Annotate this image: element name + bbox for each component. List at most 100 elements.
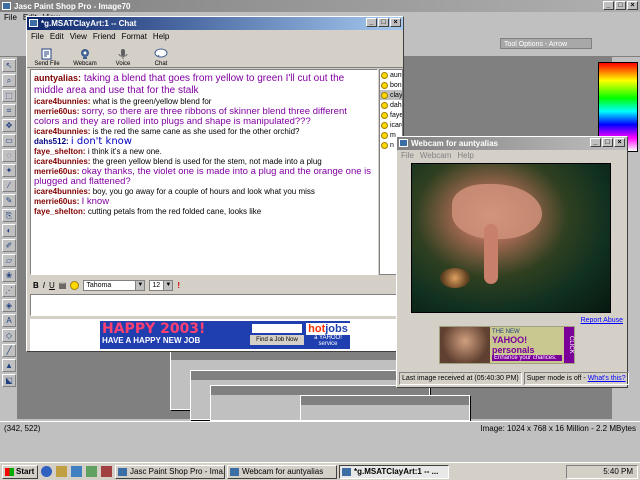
- airbrush-tool-icon[interactable]: ⋰: [2, 284, 16, 297]
- cursor-coords: (342, 522): [4, 424, 41, 433]
- chat-menu-edit[interactable]: Edit: [50, 32, 64, 41]
- user-list-item[interactable]: icare4bunnies: [380, 120, 402, 130]
- user-list-item[interactable]: faye_shelton: [380, 110, 402, 120]
- ad-search-input[interactable]: [252, 324, 302, 333]
- lasso-tool-icon[interactable]: ◌: [2, 149, 16, 162]
- chat-toolbar: Send File Webcam Voice Chat: [27, 42, 403, 68]
- webcam-menu-help[interactable]: Help: [457, 151, 473, 160]
- chat-message: merrie60us: I know: [34, 197, 374, 207]
- wand-tool-icon[interactable]: ✦: [2, 164, 16, 177]
- deform-tool-icon[interactable]: ⬚: [2, 89, 16, 102]
- minimize-button[interactable]: _: [603, 1, 614, 10]
- user-list-item[interactable]: bonsaikathy: [380, 80, 402, 90]
- shape-tool-icon[interactable]: ◇: [2, 329, 16, 342]
- taskbar-button-psp[interactable]: Jasc Paint Shop Pro - Ima...: [115, 464, 225, 479]
- webcam-statusbar: Last image received at (05:40:30 PM) Sup…: [399, 372, 629, 385]
- psp-tool-palette: ↖ ⌕ ⬚ ⌗ ✥ ▭ ◌ ✦ ⁄ ✎ ⎘ ◐ ✐ ▱ ❀ ⋰ ◈ A ◇ ╱ …: [0, 57, 18, 419]
- desktop-icon[interactable]: [71, 466, 82, 477]
- zoom-tool-icon[interactable]: ⌕: [2, 74, 16, 87]
- chat-menu-friend[interactable]: Friend: [93, 32, 116, 41]
- bold-button[interactable]: B: [33, 281, 39, 290]
- webcam-button[interactable]: Webcam: [71, 48, 99, 67]
- user-list-item-selected[interactable]: claychik: [380, 90, 402, 100]
- ignore-alert-icon[interactable]: !: [177, 281, 180, 290]
- start-button[interactable]: Start: [2, 464, 38, 479]
- psp-titlebar[interactable]: Jasc Paint Shop Pro - Image70 _ □ ×: [0, 0, 640, 12]
- outlook-icon[interactable]: [56, 466, 67, 477]
- voice-button[interactable]: Voice: [109, 48, 137, 67]
- psp-statusbar: (342, 522) Image: 1024 x 768 x 16 Millio…: [0, 421, 640, 435]
- taskbar-button-webcam[interactable]: Webcam for auntyalias: [227, 464, 337, 479]
- object-selector-icon[interactable]: ⬕: [2, 374, 16, 387]
- maximize-button[interactable]: □: [615, 1, 626, 10]
- webcam-titlebar[interactable]: Webcam for auntyalias _ □ ×: [397, 137, 627, 150]
- webcam-menu-file[interactable]: File: [401, 151, 414, 160]
- message-nick: auntyalias:: [34, 73, 82, 83]
- user-status-icon: [381, 111, 388, 119]
- move-tool-icon[interactable]: ✥: [2, 119, 16, 132]
- whats-this-link[interactable]: What's this?: [588, 375, 626, 382]
- preset-shape-icon[interactable]: ▲: [2, 359, 16, 372]
- font-size-select[interactable]: 12 ▼: [149, 280, 174, 291]
- ie-icon[interactable]: [41, 466, 52, 477]
- chat-maximize-button[interactable]: □: [378, 18, 389, 27]
- chevron-down-icon: ▼: [163, 281, 173, 290]
- hotjobs-ad-banner[interactable]: HAPPY 2003! HAVE A HAPPY NEW JOB Find a …: [100, 321, 350, 349]
- menu-file[interactable]: File: [4, 13, 17, 22]
- text-tool-icon[interactable]: A: [2, 314, 16, 327]
- send-file-button[interactable]: Send File: [33, 48, 61, 67]
- webcam-menubar: File Webcam Help: [397, 150, 627, 161]
- yahoo-personals-ad[interactable]: THE NEW YAHOO! personals Enhance your ch…: [439, 326, 575, 364]
- user-list-item[interactable]: auntyalias: [380, 70, 402, 80]
- picture-tube-icon[interactable]: ❀: [2, 269, 16, 282]
- chat-menu-help[interactable]: Help: [153, 32, 169, 41]
- user-name: faye_shelton: [390, 111, 403, 119]
- close-button[interactable]: ×: [627, 1, 638, 10]
- selection-tool-icon[interactable]: ▭: [2, 134, 16, 147]
- underline-button[interactable]: U: [49, 281, 55, 290]
- emoticon-icon[interactable]: [70, 281, 80, 290]
- psp-title: Jasc Paint Shop Pro - Image70: [14, 1, 131, 11]
- find-job-button[interactable]: Find a Job Now: [250, 335, 304, 345]
- flood-fill-icon[interactable]: ◈: [2, 299, 16, 312]
- quicklaunch-icon[interactable]: [101, 466, 112, 477]
- crop-tool-icon[interactable]: ⌗: [2, 104, 16, 117]
- chat-menu-format[interactable]: Format: [122, 32, 147, 41]
- webcam-minimize-button[interactable]: _: [590, 138, 601, 147]
- paintbrush-tool-icon[interactable]: ✎: [2, 194, 16, 207]
- eraser-tool-icon[interactable]: ▱: [2, 254, 16, 267]
- message-nick: faye_shelton:: [34, 207, 86, 216]
- chat-menu-view[interactable]: View: [70, 32, 87, 41]
- draw-tool-icon[interactable]: ╱: [2, 344, 16, 357]
- tool-options-panel[interactable]: Tool Options - Arrow: [500, 38, 592, 49]
- webcam-close-button[interactable]: ×: [614, 138, 625, 147]
- chat-menu-file[interactable]: File: [31, 32, 44, 41]
- arrow-tool-icon[interactable]: ↖: [2, 59, 16, 72]
- font-select-value: Tahoma: [86, 282, 112, 289]
- chat-titlebar[interactable]: *g.MSATClayArt:1 -- Chat _ □ ×: [27, 17, 403, 30]
- chat-minimize-button[interactable]: _: [366, 18, 377, 27]
- chat-message-input[interactable]: [30, 294, 402, 316]
- media-icon[interactable]: [86, 466, 97, 477]
- user-list-item[interactable]: dahs512: [380, 100, 402, 110]
- clock[interactable]: 5:40 PM: [603, 467, 633, 476]
- webcam-menu-webcam[interactable]: Webcam: [420, 151, 451, 160]
- report-abuse-link[interactable]: Report Abuse: [581, 317, 623, 324]
- italic-button[interactable]: I: [43, 281, 45, 290]
- chat-button[interactable]: Chat: [147, 48, 175, 67]
- psp-task-icon: [118, 467, 127, 476]
- message-text: sorry, so there are three ribbons of ski…: [34, 106, 347, 127]
- webcam-maximize-button[interactable]: □: [602, 138, 613, 147]
- chevron-down-icon: ▼: [135, 281, 145, 290]
- retouch-tool-icon[interactable]: ✐: [2, 239, 16, 252]
- color-picker-icon[interactable]: ▤: [59, 281, 67, 290]
- font-select[interactable]: Tahoma ▼: [83, 280, 146, 291]
- dropper-tool-icon[interactable]: ⁄: [2, 179, 16, 192]
- chat-message: dahs512: i don't know: [34, 137, 374, 147]
- taskbar-button-chat[interactable]: *g.MSATClayArt:1 -- ...: [339, 464, 449, 479]
- color-replacer-icon[interactable]: ◐: [2, 224, 16, 237]
- chat-log[interactable]: auntyalias: taking a blend that goes fro…: [30, 69, 378, 275]
- message-text: the green yellow blend is used for the s…: [92, 157, 322, 166]
- chat-close-button[interactable]: ×: [390, 18, 401, 27]
- clone-tool-icon[interactable]: ⎘: [2, 209, 16, 222]
